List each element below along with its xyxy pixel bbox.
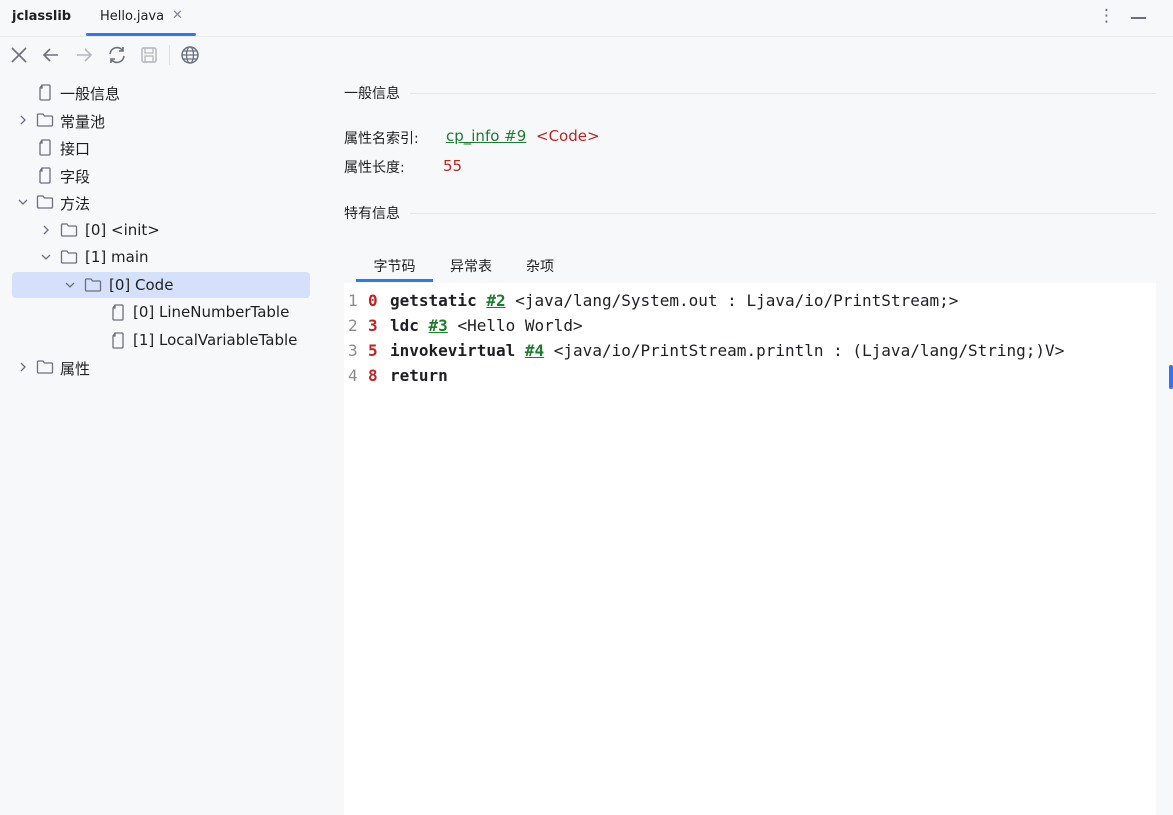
tree-item-method-init[interactable]: [0] <init> xyxy=(12,217,310,243)
toolbar xyxy=(0,37,330,73)
app-title: jclasslib xyxy=(12,9,72,24)
section-divider xyxy=(410,93,1156,94)
tree-item-label: 一般信息 xyxy=(60,85,121,103)
close-icon[interactable] xyxy=(8,44,30,66)
web-icon[interactable] xyxy=(179,44,201,66)
ref-comment: <java/io/PrintStream.println : (Ljava/la… xyxy=(553,341,1065,360)
attr-name-index-link[interactable]: cp_info #9 xyxy=(446,127,526,145)
tree-item-interfaces[interactable]: 接口 xyxy=(12,134,310,160)
attr-name-index-label: 属性名索引: xyxy=(344,131,419,147)
save-icon[interactable] xyxy=(138,44,160,66)
line-number: 1 xyxy=(348,291,358,310)
tab-label: 字节码 xyxy=(373,259,416,275)
bytecode-offset: 8 xyxy=(368,366,378,385)
tree-item-label: [0] LineNumberTable xyxy=(133,303,290,321)
tab-misc[interactable]: 杂项 xyxy=(510,250,570,282)
chevron-down-icon[interactable] xyxy=(63,277,77,291)
back-icon[interactable] xyxy=(40,44,62,66)
chevron-down-icon[interactable] xyxy=(39,249,53,263)
tab-label: 杂项 xyxy=(526,259,554,275)
line-number: 3 xyxy=(348,341,358,360)
specific-info-title: 特有信息 xyxy=(344,206,400,222)
opcode: getstatic xyxy=(390,291,477,310)
folder-icon xyxy=(59,220,79,240)
tree-item-label: 属性 xyxy=(60,360,91,378)
tree-item-constant-pool[interactable]: 常量池 xyxy=(12,107,310,133)
close-tab-icon[interactable]: ✕ xyxy=(172,8,183,23)
tab-label: 异常表 xyxy=(450,259,492,275)
chevron-right-icon[interactable] xyxy=(39,222,53,236)
tree-item-label: [0] Code xyxy=(109,276,174,294)
tree-item-label: [1] LocalVariableTable xyxy=(133,331,298,349)
file-icon xyxy=(108,330,128,350)
refresh-icon[interactable] xyxy=(106,44,128,66)
file-icon xyxy=(35,82,55,102)
forward-icon[interactable] xyxy=(73,44,95,66)
opcode: invokevirtual xyxy=(390,341,516,360)
attr-name-value: <Code> xyxy=(536,127,600,145)
tab-bytecode[interactable]: 字节码 xyxy=(356,250,433,282)
tree-item-fields[interactable]: 字段 xyxy=(12,162,310,188)
chevron-right-icon[interactable] xyxy=(16,359,30,373)
bytecode-line: 1 0 getstatic #2 <java/lang/System.out :… xyxy=(344,287,1156,312)
tree-item-label: 常量池 xyxy=(60,113,106,131)
tree-item-attributes[interactable]: 属性 xyxy=(12,354,310,380)
tab-hello-java[interactable]: Hello.java ✕ xyxy=(86,0,196,36)
tree-item-code[interactable]: [0] Code xyxy=(12,272,310,298)
bytecode-line: 2 3 ldc #3 <Hello World> xyxy=(344,312,1156,337)
folder-icon xyxy=(83,275,103,295)
constant-pool-ref[interactable]: #2 xyxy=(486,291,505,310)
constant-pool-ref[interactable]: #3 xyxy=(429,316,448,335)
tree-item-label: 接口 xyxy=(60,140,91,158)
chevron-right-icon[interactable] xyxy=(16,112,30,126)
section-divider xyxy=(410,213,1156,214)
folder-icon xyxy=(35,192,55,212)
constant-pool-ref[interactable]: #4 xyxy=(525,341,544,360)
vertical-scrollbar[interactable] xyxy=(1157,283,1173,815)
folder-icon xyxy=(59,247,79,267)
bytecode-editor[interactable]: 1 0 getstatic #2 <java/lang/System.out :… xyxy=(344,283,1156,815)
tree-item-local-variable-table[interactable]: [1] LocalVariableTable xyxy=(12,327,310,353)
opcode: return xyxy=(390,366,448,385)
bytecode-offset: 3 xyxy=(368,316,378,335)
tab-bar: jclasslib Hello.java ✕ ⋮ xyxy=(0,0,1173,37)
bytecode-line: 4 8 return xyxy=(344,362,1156,387)
line-number: 2 xyxy=(348,316,358,335)
chevron-down-icon[interactable] xyxy=(16,194,30,208)
line-number: 4 xyxy=(348,366,358,385)
general-info-title: 一般信息 xyxy=(344,86,400,102)
tree-item-method-main[interactable]: [1] main xyxy=(12,244,310,270)
tree-item-label: [0] <init> xyxy=(85,221,160,239)
opcode: ldc xyxy=(390,316,419,335)
toolbar-separator xyxy=(169,45,170,65)
tree-item-general-info[interactable]: 一般信息 xyxy=(12,79,310,105)
minimize-icon[interactable] xyxy=(1131,17,1146,19)
tree-item-label: 字段 xyxy=(60,168,91,186)
attr-length-label: 属性长度: xyxy=(344,160,405,176)
more-options-icon[interactable]: ⋮ xyxy=(1098,6,1115,26)
tree-item-label: [1] main xyxy=(85,248,149,266)
attr-length-value: 55 xyxy=(443,157,463,175)
file-tab-label[interactable]: Hello.java xyxy=(100,9,164,24)
file-icon xyxy=(35,137,55,157)
bytecode-offset: 0 xyxy=(368,291,378,310)
tree-item-methods[interactable]: 方法 xyxy=(12,189,310,215)
folder-icon xyxy=(35,357,55,377)
ref-comment: <Hello World> xyxy=(457,316,583,335)
active-tab-indicator xyxy=(86,33,196,36)
file-icon xyxy=(108,302,128,322)
scrollbar-marker xyxy=(1169,365,1173,389)
folder-icon xyxy=(35,110,55,130)
tree-item-line-number-table[interactable]: [0] LineNumberTable xyxy=(12,299,310,325)
ref-comment: <java/lang/System.out : Ljava/io/PrintSt… xyxy=(515,291,959,310)
tab-exception-table[interactable]: 异常表 xyxy=(440,250,502,282)
bytecode-line: 3 5 invokevirtual #4 <java/io/PrintStrea… xyxy=(344,337,1156,362)
file-icon xyxy=(35,165,55,185)
bytecode-offset: 5 xyxy=(368,341,378,360)
tree-item-label: 方法 xyxy=(60,195,91,213)
active-tab-indicator xyxy=(356,279,433,282)
